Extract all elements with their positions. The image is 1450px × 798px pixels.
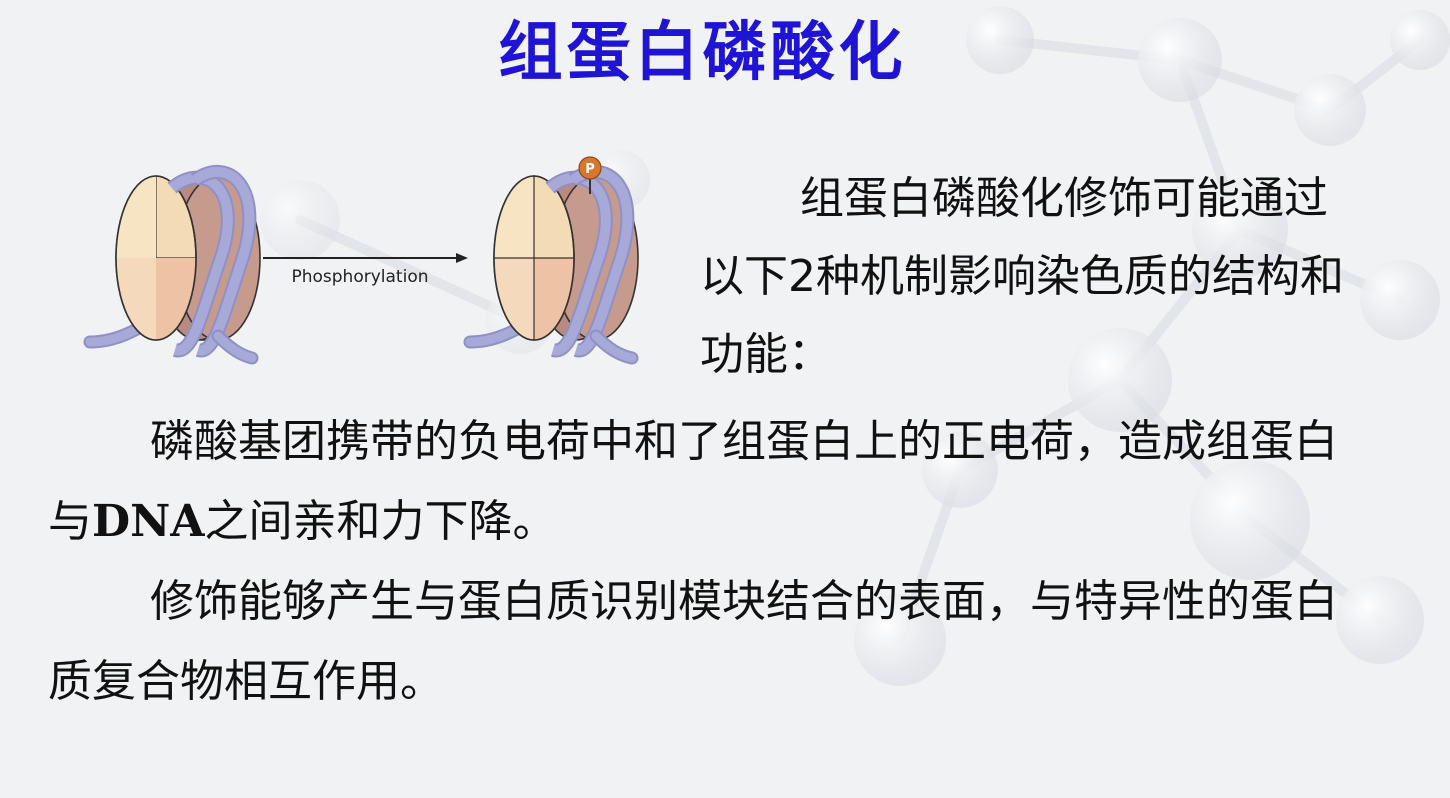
intro-text-block: 组蛋白磷酸化修饰可能通过以下2种机制影响染色质的结构和功能：: [700, 160, 1360, 394]
svg-text:P: P: [585, 162, 595, 177]
phosphorylation-figure: Phosphorylation P: [83, 156, 639, 365]
arrow-label: Phosphorylation: [291, 267, 428, 287]
mechanism-1-dna: DNA: [92, 496, 205, 547]
nucleosome-phosphorylated-icon: [463, 164, 639, 365]
nucleosome-unmodified-icon: [83, 164, 261, 365]
phosphate-marker-icon: P: [578, 156, 602, 180]
mechanism-1-after: 之间亲和力下降。: [204, 496, 557, 547]
mechanism-1: 磷酸基团携带的负电荷中和了组蛋白上的正电荷，造成组蛋白与DNA之间亲和力下降。: [48, 402, 1348, 562]
slide-title: 组蛋白磷酸化: [498, 16, 907, 90]
mechanism-2: 修饰能够产生与蛋白质识别模块结合的表面，与特异性的蛋白质复合物相互作用。: [48, 562, 1348, 722]
intro-text: 组蛋白磷酸化修饰可能通过以下2种机制影响染色质的结构和功能：: [700, 173, 1344, 380]
mechanism-2-text: 修饰能够产生与蛋白质识别模块结合的表面，与特异性的蛋白质复合物相互作用。: [48, 576, 1338, 707]
